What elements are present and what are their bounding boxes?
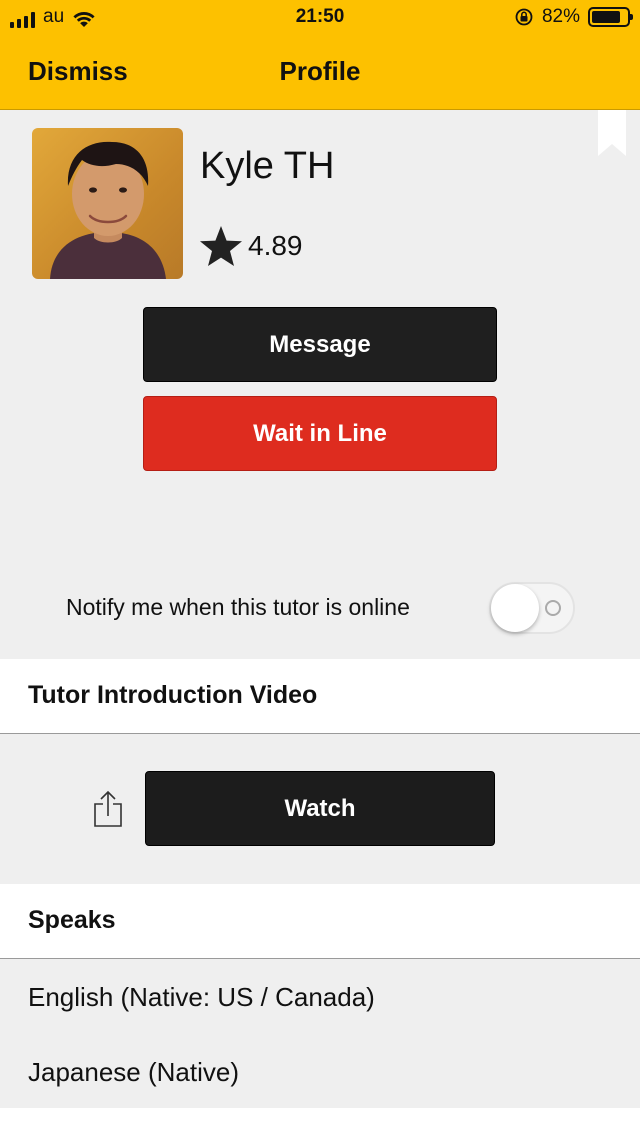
orientation-lock-icon [515, 8, 533, 26]
toggle-off-indicator [545, 600, 561, 616]
battery-icon [588, 7, 633, 27]
battery-fill [592, 11, 620, 23]
watch-button[interactable]: Watch [145, 771, 495, 846]
tutor-name: Kyle TH [200, 145, 335, 187]
notify-label: Notify me when this tutor is online [66, 594, 410, 620]
language-item: Japanese (Native) [28, 1057, 239, 1087]
message-button[interactable]: Message [143, 307, 497, 382]
speaks-section-title: Speaks [28, 906, 116, 934]
page-title: Profile [279, 56, 361, 86]
next-section-header [0, 1108, 640, 1138]
share-icon[interactable] [92, 790, 124, 828]
video-section-title: Tutor Introduction Video [28, 681, 318, 709]
video-section-header: Tutor Introduction Video [0, 659, 640, 734]
status-bar: au 21:50 82% [0, 0, 640, 36]
tutor-rating: 4.89 [248, 230, 303, 261]
battery-percent: 82% [541, 6, 580, 27]
avatar-photo [50, 141, 166, 279]
star-icon [200, 226, 242, 266]
nav-bar: Dismiss Profile [0, 36, 640, 110]
wait-in-line-button[interactable]: Wait in Line [143, 396, 497, 471]
language-item: English (Native: US / Canada) [28, 982, 375, 1012]
status-right: 82% [514, 6, 633, 28]
speaks-section-header: Speaks [0, 884, 640, 959]
notify-toggle[interactable] [489, 582, 575, 634]
tutor-avatar [32, 128, 183, 279]
bookmark-icon[interactable] [596, 110, 628, 158]
toggle-knob [491, 584, 539, 632]
